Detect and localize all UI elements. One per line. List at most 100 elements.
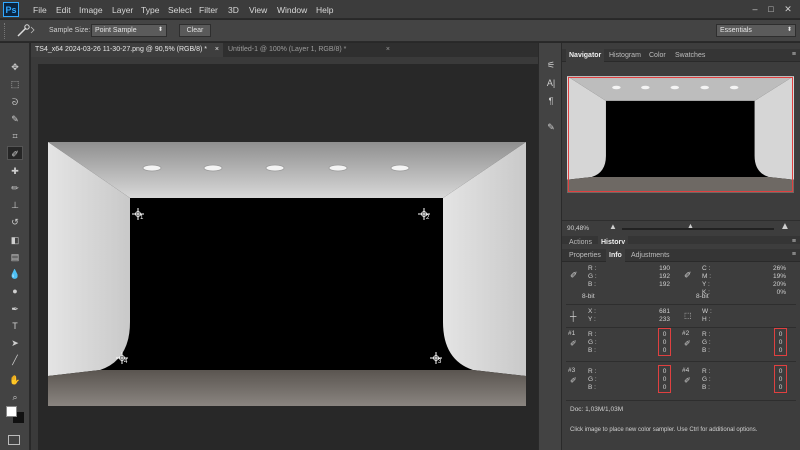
- color-sampler-4[interactable]: 4: [116, 352, 130, 366]
- sampler-4-b-label: B :: [702, 384, 710, 391]
- menu-3d[interactable]: 3D: [228, 3, 239, 17]
- sampler-2-values-highlight: 0 0 0: [774, 328, 787, 356]
- zoom-slider[interactable]: [622, 228, 774, 230]
- menu-image[interactable]: Image: [79, 3, 103, 17]
- doc-tab-untitled[interactable]: Untitled-1 @ 100% (Layer 1, RGB/8) * ×: [224, 43, 394, 57]
- menu-help[interactable]: Help: [316, 3, 333, 17]
- adjust-icon[interactable]: ⚟: [543, 57, 559, 73]
- sampler-4-r: 0: [778, 368, 783, 375]
- quick-select-tool-icon[interactable]: ✎: [7, 112, 23, 126]
- room-image: [48, 142, 526, 406]
- character-icon[interactable]: A|: [543, 75, 559, 91]
- healing-brush-tool-icon[interactable]: ✚: [7, 164, 23, 178]
- menu-file[interactable]: File: [33, 3, 47, 17]
- info-bit-depth-left: 8-bit: [582, 293, 595, 300]
- ruler-horizontal: [31, 57, 538, 64]
- sampler-4-values-highlight: 0 0 0: [774, 365, 787, 393]
- document-image[interactable]: 1 2 3 4: [48, 142, 526, 406]
- info-w-label: W :: [702, 308, 712, 315]
- path-select-tool-icon[interactable]: ➤: [7, 336, 23, 350]
- zoom-level[interactable]: 90,48%: [567, 225, 589, 233]
- pen-tool-icon[interactable]: ✒: [7, 302, 23, 316]
- clear-button[interactable]: Clear: [179, 24, 211, 37]
- tab-adjustments[interactable]: Adjustments: [628, 249, 673, 262]
- close-button[interactable]: ✕: [781, 2, 795, 16]
- navigator-preview[interactable]: [567, 76, 794, 193]
- panel-menu-icon[interactable]: ≡: [792, 51, 796, 58]
- color-sampler-1[interactable]: 1: [132, 208, 146, 222]
- paragraph-icon[interactable]: ¶: [543, 93, 559, 109]
- sampler-2-id: #2: [682, 330, 690, 337]
- menu-window[interactable]: Window: [277, 3, 307, 17]
- crop-tool-icon[interactable]: ⌗: [7, 129, 23, 143]
- hand-tool-icon[interactable]: ✋: [7, 373, 23, 387]
- sampler-3-g: 0: [662, 376, 667, 383]
- info-r-value: 190: [659, 265, 670, 272]
- tab-properties[interactable]: Properties: [566, 249, 604, 262]
- sampler-3-b: 0: [662, 384, 667, 391]
- sampler-number: 3: [438, 359, 442, 365]
- sampler-1-r-label: R :: [588, 331, 597, 338]
- workspace-value: Essentials: [720, 27, 752, 34]
- menu-edit[interactable]: Edit: [56, 3, 71, 17]
- tab-histogram[interactable]: Histogram: [606, 49, 644, 62]
- info-x-value: 681: [659, 308, 670, 315]
- sampler-3-g-label: G :: [588, 376, 597, 383]
- panel-menu-icon[interactable]: ≡: [792, 251, 796, 258]
- close-tab-icon[interactable]: ×: [215, 43, 219, 57]
- info-r-label: R :: [588, 265, 597, 272]
- color-sampler-2[interactable]: 2: [418, 208, 432, 222]
- info-panel-tabs: Properties Info Adjustments ≡: [562, 249, 800, 262]
- tab-swatches[interactable]: Swatches: [672, 49, 708, 62]
- sampler-2-g: 0: [778, 339, 783, 346]
- zoom-in-icon[interactable]: ▲: [780, 221, 790, 232]
- blur-tool-icon[interactable]: 💧: [7, 267, 23, 281]
- tool-presets-icon[interactable]: ✎: [543, 119, 559, 135]
- eyedropper-tool-icon[interactable]: ✐: [7, 146, 23, 160]
- marquee-tool-icon[interactable]: ⬚: [7, 77, 23, 91]
- menu-type[interactable]: Type: [141, 3, 159, 17]
- move-tool-icon[interactable]: ✥: [7, 60, 23, 74]
- zoom-out-icon[interactable]: ▲: [609, 222, 617, 231]
- eyedropper-icon: ✐: [570, 270, 578, 280]
- menu-filter[interactable]: Filter: [199, 3, 218, 17]
- tab-color[interactable]: Color: [646, 49, 669, 62]
- lasso-tool-icon[interactable]: ᘐ: [7, 95, 23, 109]
- navigator-zoom-row: 90,48% ▲ ▲ ▲: [562, 220, 800, 236]
- color-sampler-3[interactable]: 3: [430, 352, 444, 366]
- photoshop-logo: Ps: [3, 2, 19, 17]
- sampler-3-id: #3: [568, 367, 576, 374]
- doc-tab-active[interactable]: TS4_x64 2024-03-26 11-30-27.png @ 90,5% …: [31, 43, 223, 57]
- close-tab-icon[interactable]: ×: [386, 43, 390, 57]
- tools-panel: ✥ ⬚ ᘐ ✎ ⌗ ✐ ✚ ✏ ⊥ ↺ ◧ ▤ 💧 ● ✒ T ➤ ╱ ✋ ⌕: [0, 43, 30, 450]
- info-y-value: 233: [659, 316, 670, 323]
- maximize-button[interactable]: □: [764, 2, 778, 16]
- sampler-crosshair-icon: [430, 352, 442, 364]
- eraser-tool-icon[interactable]: ◧: [7, 233, 23, 247]
- sample-size-select[interactable]: Point Sample ⬍: [91, 24, 167, 37]
- color-sampler-icon: [17, 24, 35, 37]
- menu-view[interactable]: View: [249, 3, 267, 17]
- menu-layer[interactable]: Layer: [112, 3, 133, 17]
- quick-mask-icon[interactable]: [8, 435, 20, 445]
- zoom-slider-handle[interactable]: ▲: [687, 223, 694, 230]
- gradient-tool-icon[interactable]: ▤: [7, 250, 23, 264]
- eyedropper-icon: ✐: [684, 376, 691, 385]
- tool-preset-picker[interactable]: [14, 23, 36, 39]
- line-tool-icon[interactable]: ╱: [7, 353, 23, 367]
- history-brush-tool-icon[interactable]: ↺: [7, 215, 23, 229]
- brush-tool-icon[interactable]: ✏: [7, 181, 23, 195]
- foreground-color-swatch[interactable]: [6, 406, 17, 417]
- sampler-2-b-label: B :: [702, 347, 710, 354]
- clone-stamp-tool-icon[interactable]: ⊥: [7, 198, 23, 212]
- minimize-button[interactable]: –: [748, 2, 762, 16]
- tab-info[interactable]: Info: [606, 249, 625, 262]
- workspace-select[interactable]: Essentials ⬍: [716, 24, 796, 37]
- doc-size: Doc: 1,03M/1,03M: [570, 406, 624, 413]
- tab-navigator[interactable]: Navigator: [566, 49, 605, 62]
- menu-select[interactable]: Select: [168, 3, 192, 17]
- zoom-tool-icon[interactable]: ⌕: [7, 390, 23, 404]
- type-tool-icon[interactable]: T: [7, 319, 23, 333]
- dodge-tool-icon[interactable]: ●: [7, 284, 23, 298]
- navigator-view-box[interactable]: [568, 77, 793, 192]
